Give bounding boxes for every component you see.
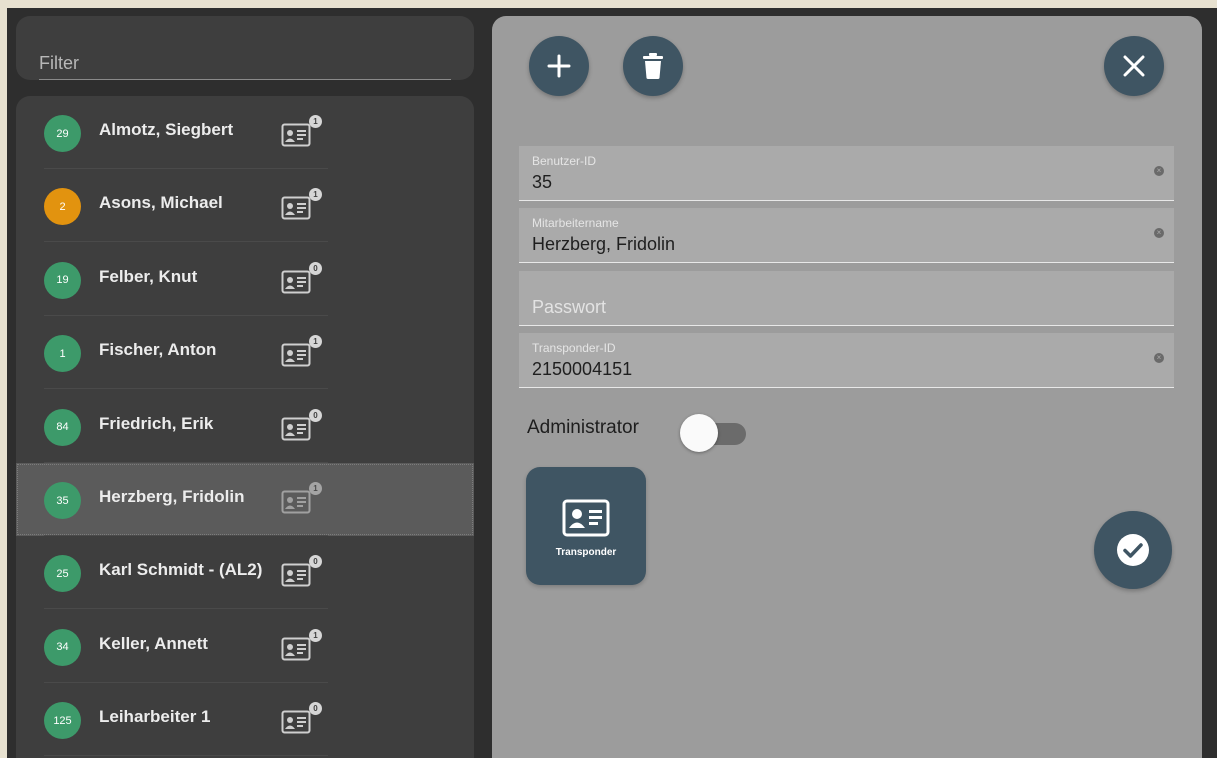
employee-name: Keller, Annett [99,633,208,653]
administrator-label: Administrator [527,417,639,438]
employee-id-badge: 125 [44,702,81,740]
list-item[interactable]: 29 Almotz, Siegbert 1 [16,96,474,169]
employee-name: Karl Schmidt - (AL2) [99,560,263,580]
password-field[interactable]: Passwort [519,271,1174,326]
transponder-button-label: Transponder [555,547,617,558]
filter-card [16,16,474,80]
trash-icon [643,53,663,79]
employee-list: 29 Almotz, Siegbert 1 2 Asons, Michael 1 19 Fel… [16,96,474,758]
employee-name: Leiharbeiter 1 [99,707,211,727]
transponder-count-badge: 0 [309,702,322,716]
transponder-indicator: 0 [281,702,327,738]
transponder-indicator: 1 [281,335,327,371]
list-item[interactable]: 125 Leiharbeiter 1 0 [16,683,474,757]
employee-id-badge: 19 [44,261,81,299]
id-card-icon [562,499,610,537]
id-card-icon [281,710,311,734]
employee-detail-panel: Benutzer-ID 35 × Mitarbeitername Herzber… [492,16,1202,758]
administrator-toggle[interactable] [680,413,750,453]
list-item[interactable]: 19 Felber, Knut 0 [16,243,474,316]
transponder-count-badge: 0 [309,408,322,422]
employee-name-field[interactable]: Mitarbeitername Herzberg, Fridolin × [519,208,1174,263]
list-item[interactable]: 84 Friedrich, Erik 0 [16,390,474,463]
transponder-id-label: Transponder-ID [532,341,616,355]
id-card-icon [281,123,311,147]
clear-icon[interactable]: × [1154,228,1164,238]
add-button[interactable] [529,36,589,96]
toggle-thumb [680,414,718,452]
employee-id-badge: 25 [44,555,81,593]
user-id-field[interactable]: Benutzer-ID 35 × [519,146,1174,201]
transponder-indicator: 0 [281,261,327,298]
close-icon [1123,55,1145,77]
transponder-indicator: 1 [281,115,327,151]
confirm-button[interactable] [1094,511,1172,589]
filter-input[interactable] [39,40,451,80]
list-item[interactable]: 25 Karl Schmidt - (AL2) 0 [16,536,474,610]
transponder-indicator: 1 [281,628,327,665]
employee-name: Fischer, Anton [99,340,217,360]
plus-icon [547,54,571,78]
id-card-icon [281,563,311,587]
transponder-count-badge: 1 [309,335,322,349]
transponder-count-badge: 1 [309,628,322,642]
employee-name-value[interactable]: Herzberg, Fridolin [532,234,675,255]
list-item[interactable]: 35 Herzberg, Fridolin 1 [16,463,474,536]
transponder-count-badge: 0 [309,555,322,569]
id-card-icon [281,196,311,220]
employee-name: Felber, Knut [99,266,198,286]
employee-id-badge: 34 [44,628,81,666]
employee-id-badge: 35 [44,482,81,519]
employee-id-badge: 29 [44,115,81,152]
employee-name: Asons, Michael [99,193,223,213]
transponder-indicator: 1 [281,482,327,518]
id-card-icon [281,417,311,441]
user-id-value[interactable]: 35 [532,172,552,193]
transponder-count-badge: 1 [309,188,322,202]
divider [44,755,328,757]
list-item[interactable]: 34 Keller, Annett 1 [16,610,474,683]
id-card-icon [281,343,311,367]
employee-id-badge: 1 [44,335,81,373]
id-card-icon [281,637,311,661]
transponder-id-field[interactable]: Transponder-ID 2150004151 × [519,333,1174,388]
transponder-indicator: 0 [281,408,327,445]
employee-name-label: Mitarbeitername [532,216,619,230]
transponder-count-badge: 1 [309,115,322,128]
delete-button[interactable] [623,36,683,96]
clear-icon[interactable]: × [1154,353,1164,363]
close-button[interactable] [1104,36,1164,96]
employee-name: Herzberg, Fridolin [99,487,245,506]
id-card-icon [281,490,311,514]
transponder-count-badge: 0 [309,261,322,275]
employee-id-badge: 2 [44,188,81,226]
list-item[interactable]: 1 Fischer, Anton 1 [16,316,474,390]
transponder-button[interactable]: Transponder [526,467,646,585]
list-item[interactable]: 2 Asons, Michael 1 [16,169,474,243]
transponder-indicator: 1 [281,188,327,224]
check-icon [1117,534,1149,566]
user-id-label: Benutzer-ID [532,154,597,168]
transponder-indicator: 0 [281,555,327,591]
password-placeholder[interactable]: Passwort [532,297,606,318]
transponder-count-badge: 1 [309,482,322,495]
employee-name: Almotz, Siegbert [99,120,234,139]
clear-icon[interactable]: × [1154,166,1164,176]
id-card-icon [281,270,311,294]
employee-name: Friedrich, Erik [99,413,214,433]
app-window: 29 Almotz, Siegbert 1 2 Asons, Michael 1 19 Fel… [7,8,1217,758]
employee-id-badge: 84 [44,408,81,446]
transponder-id-value[interactable]: 2150004151 [532,359,632,380]
